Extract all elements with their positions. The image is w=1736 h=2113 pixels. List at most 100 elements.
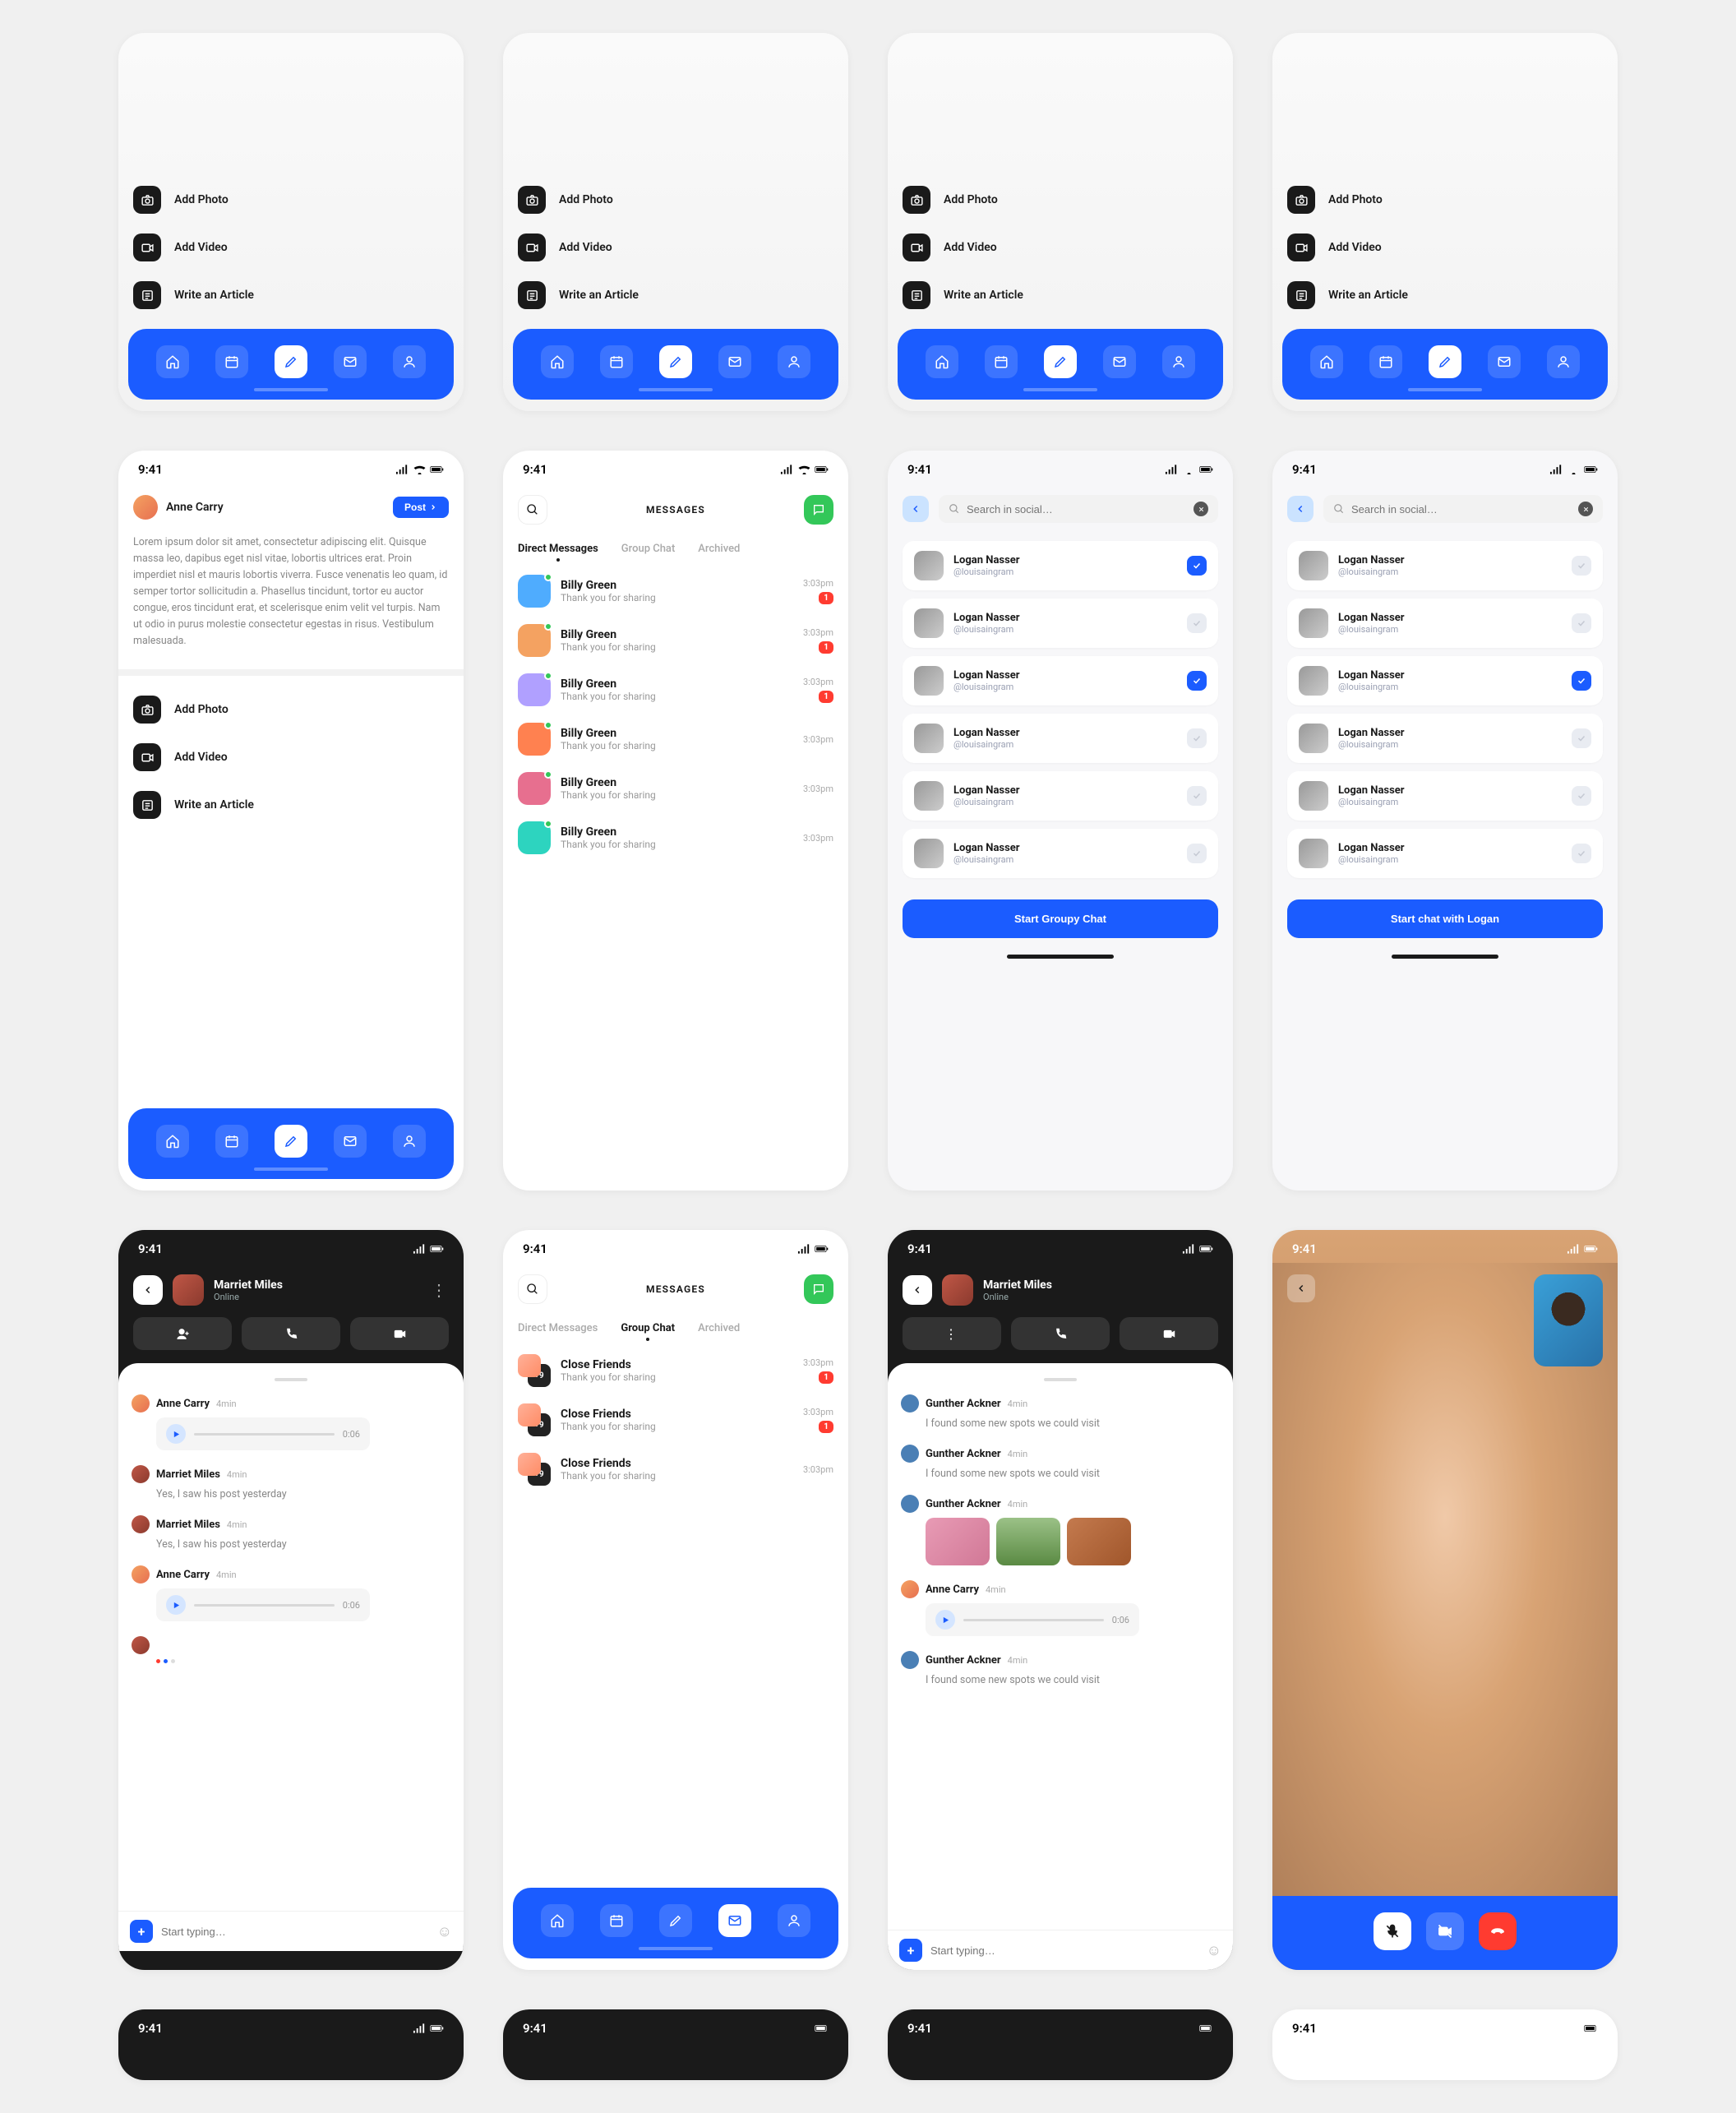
write-article-item[interactable]: Write an Article — [903, 271, 1218, 319]
clear-button[interactable] — [1194, 502, 1208, 516]
checkbox[interactable] — [1572, 556, 1591, 576]
add-video-item[interactable]: Add Video — [133, 224, 449, 271]
nav-profile[interactable] — [393, 1125, 426, 1158]
emoji-button[interactable]: ☺ — [437, 1923, 452, 1940]
message-item[interactable]: Billy GreenThank you for sharing 3:03pm1 — [518, 616, 833, 665]
attach-button[interactable]: + — [899, 1939, 922, 1962]
contact-item[interactable]: Logan Nasser@louisaingram — [1287, 771, 1603, 821]
nav-mail[interactable] — [334, 1125, 367, 1158]
contact-item[interactable]: Logan Nasser@louisaingram — [903, 541, 1218, 590]
add-photo-item[interactable]: Add Photo — [1287, 176, 1603, 224]
more-button[interactable]: ⋮ — [903, 1317, 1001, 1350]
add-user-button[interactable] — [133, 1317, 232, 1350]
voice-message[interactable]: 0:06 — [156, 1588, 370, 1621]
checkbox[interactable] — [1187, 728, 1207, 748]
nav-mail[interactable] — [334, 345, 367, 378]
nav-calendar[interactable] — [215, 345, 248, 378]
search-button[interactable] — [518, 495, 547, 525]
group-message-item[interactable]: +9 Close FriendsThank you for sharing 3:… — [518, 1346, 833, 1395]
checkbox[interactable] — [1187, 613, 1207, 633]
nav-home[interactable] — [156, 345, 189, 378]
search-box[interactable] — [939, 495, 1218, 523]
add-photo-item[interactable]: Add Photo — [903, 176, 1218, 224]
play-icon[interactable] — [935, 1610, 955, 1630]
tab-archived[interactable]: Archived — [698, 543, 740, 555]
image-attachment[interactable] — [996, 1518, 1060, 1565]
mute-button[interactable] — [1374, 1912, 1411, 1950]
add-video-item[interactable]: Add Video — [518, 224, 833, 271]
nav-home[interactable] — [541, 345, 574, 378]
video-call-button[interactable] — [350, 1317, 449, 1350]
write-article-item[interactable]: Write an Article — [518, 271, 833, 319]
checkbox[interactable] — [1187, 786, 1207, 806]
message-item[interactable]: Billy GreenThank you for sharing 3:03pm1 — [518, 566, 833, 616]
nav-home[interactable] — [1310, 345, 1343, 378]
back-button[interactable] — [903, 496, 929, 522]
checkbox[interactable] — [1187, 671, 1207, 691]
tab-group[interactable]: Group Chat — [621, 1322, 675, 1334]
play-icon[interactable] — [166, 1595, 186, 1615]
nav-calendar[interactable] — [215, 1125, 248, 1158]
message-input[interactable] — [930, 1944, 1198, 1957]
add-photo-item[interactable]: Add Photo — [133, 686, 449, 733]
nav-compose[interactable] — [275, 1125, 307, 1158]
nav-calendar[interactable] — [985, 345, 1018, 378]
contact-item[interactable]: Logan Nasser@louisaingram — [1287, 656, 1603, 705]
add-video-item[interactable]: Add Video — [1287, 224, 1603, 271]
self-video[interactable] — [1534, 1274, 1603, 1366]
checkbox[interactable] — [1572, 786, 1591, 806]
new-message-button[interactable] — [804, 495, 833, 525]
checkbox[interactable] — [1187, 556, 1207, 576]
camera-off-button[interactable] — [1426, 1912, 1464, 1950]
nav-profile[interactable] — [778, 1904, 810, 1937]
play-icon[interactable] — [166, 1424, 186, 1444]
contact-item[interactable]: Logan Nasser@louisaingram — [1287, 599, 1603, 648]
nav-profile[interactable] — [1162, 345, 1195, 378]
add-photo-item[interactable]: Add Photo — [518, 176, 833, 224]
contact-item[interactable]: Logan Nasser@louisaingram — [903, 771, 1218, 821]
contact-item[interactable]: Logan Nasser@louisaingram — [1287, 541, 1603, 590]
drag-handle[interactable] — [1044, 1378, 1077, 1381]
tab-direct[interactable]: Direct Messages — [518, 1322, 598, 1334]
clear-button[interactable] — [1578, 502, 1593, 516]
contact-item[interactable]: Logan Nasser@louisaingram — [903, 829, 1218, 878]
nav-mail[interactable] — [1103, 345, 1136, 378]
start-chat-button[interactable]: Start chat with Logan — [1287, 899, 1603, 938]
nav-mail[interactable] — [718, 1904, 751, 1937]
search-button[interactable] — [518, 1274, 547, 1304]
tab-group[interactable]: Group Chat — [621, 543, 675, 555]
post-button[interactable]: Post — [393, 497, 449, 518]
write-article-item[interactable]: Write an Article — [133, 781, 449, 829]
nav-profile[interactable] — [778, 345, 810, 378]
image-attachment[interactable] — [926, 1518, 990, 1565]
contact-item[interactable]: Logan Nasser@louisaingram — [1287, 714, 1603, 763]
add-photo-item[interactable]: Add Photo — [133, 176, 449, 224]
nav-home[interactable] — [926, 345, 958, 378]
new-message-button[interactable] — [804, 1274, 833, 1304]
post-body[interactable]: Lorem ipsum dolor sit amet, consectetur … — [118, 528, 464, 669]
nav-profile[interactable] — [1547, 345, 1580, 378]
add-video-item[interactable]: Add Video — [903, 224, 1218, 271]
back-button[interactable] — [133, 1275, 163, 1305]
message-item[interactable]: Billy GreenThank you for sharing 3:03pm1 — [518, 665, 833, 714]
search-input[interactable] — [1351, 503, 1572, 516]
nav-compose[interactable] — [659, 345, 692, 378]
more-button[interactable]: ⋮ — [431, 1280, 449, 1300]
video-call-button[interactable] — [1120, 1317, 1218, 1350]
nav-mail[interactable] — [1488, 345, 1521, 378]
add-video-item[interactable]: Add Video — [133, 733, 449, 781]
voice-message[interactable]: 0:06 — [926, 1603, 1139, 1636]
voice-call-button[interactable] — [1011, 1317, 1110, 1350]
tab-archived[interactable]: Archived — [698, 1322, 740, 1334]
voice-message[interactable]: 0:06 — [156, 1417, 370, 1450]
checkbox[interactable] — [1572, 613, 1591, 633]
nav-compose[interactable] — [1044, 345, 1077, 378]
message-input[interactable] — [161, 1926, 429, 1938]
message-item[interactable]: Billy GreenThank you for sharing 3:03pm — [518, 764, 833, 813]
contact-item[interactable]: Logan Nasser@louisaingram — [1287, 829, 1603, 878]
voice-call-button[interactable] — [242, 1317, 340, 1350]
message-item[interactable]: Billy GreenThank you for sharing 3:03pm — [518, 813, 833, 862]
nav-mail[interactable] — [718, 345, 751, 378]
nav-calendar[interactable] — [600, 1904, 633, 1937]
nav-compose[interactable] — [275, 345, 307, 378]
